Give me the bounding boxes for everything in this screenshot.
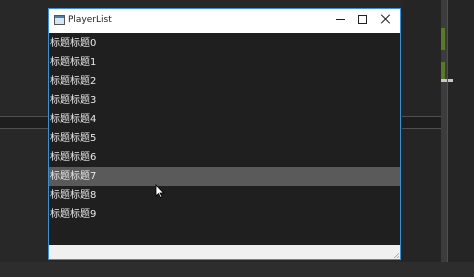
background-ide-panel [402,0,474,277]
close-button[interactable] [372,9,400,29]
maximize-icon [357,14,367,24]
resize-grip-icon[interactable] [393,252,399,258]
list-item[interactable]: 标题标题5 [49,129,400,148]
desktop-background: PlayerList 标题标题0 标题标题1 标题标题2 标题标题3 标题标题4 标题标题… [0,0,474,277]
window-titlebar[interactable]: PlayerList [49,9,400,33]
background-bottom-bar [0,262,474,277]
list-item[interactable]: 标题标题8 [49,186,400,205]
list-item[interactable]: 标题标题3 [49,91,400,110]
background-scroll-marker [441,62,445,80]
background-editor-line [0,116,48,129]
window-app-icon[interactable] [54,15,65,25]
window-status-bar [49,245,400,259]
list-item[interactable]: 标题标题4 [49,110,400,129]
background-divider [447,0,448,277]
list-item[interactable]: 标题标题9 [49,205,400,224]
mouse-pointer-icon [155,184,165,198]
minimize-icon [335,18,345,20]
list-item[interactable]: 标题标题6 [49,148,400,167]
player-list[interactable]: 标题标题0 标题标题1 标题标题2 标题标题3 标题标题4 标题标题5 标题标题6 标题标题7… [49,33,400,245]
close-icon [381,14,391,24]
list-item[interactable]: 标题标题2 [49,72,400,91]
window-title: PlayerList [68,15,112,25]
list-item[interactable]: 标题标题0 [49,34,400,53]
list-item[interactable]: 标题标题1 [49,53,400,72]
playerlist-window: PlayerList 标题标题0 标题标题1 标题标题2 标题标题3 标题标题4 标题标题… [48,8,401,260]
background-scroll-marker [441,28,445,50]
background-editor-line-right [402,116,443,129]
list-item[interactable]: 标题标题7 [49,167,400,186]
